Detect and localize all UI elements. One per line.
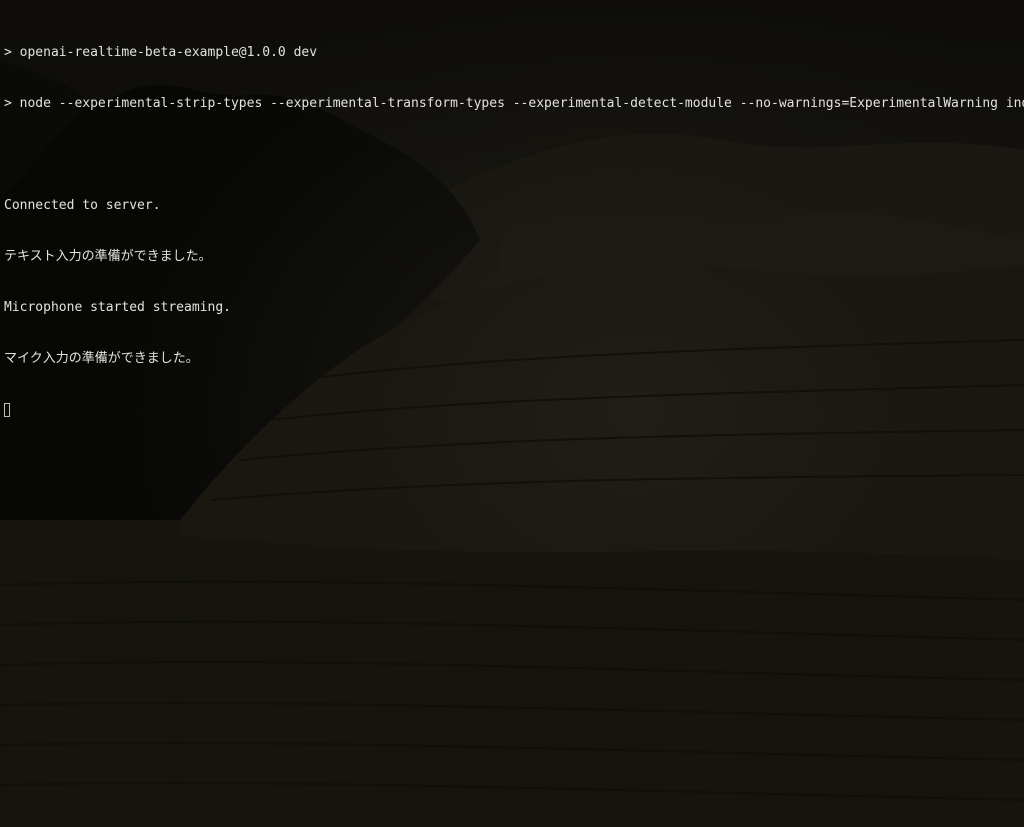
script-header-line: > openai-realtime-beta-example@1.0.0 dev [4,45,318,60]
output-line-text-input-ready: テキスト入力の準備ができました。 [4,249,212,264]
output-line-connected: Connected to server. [4,198,161,213]
output-line-microphone-streaming: Microphone started streaming. [4,300,231,315]
cursor-icon [4,403,10,417]
input-line[interactable] [4,401,1024,418]
terminal-window[interactable]: > openai-realtime-beta-example@1.0.0 dev… [0,0,1024,827]
output-line-mic-input-ready: マイク入力の準備ができました。 [4,351,199,366]
command-line: > node --experimental-strip-types --expe… [4,96,1024,111]
terminal-output[interactable]: > openai-realtime-beta-example@1.0.0 dev… [0,0,1024,452]
